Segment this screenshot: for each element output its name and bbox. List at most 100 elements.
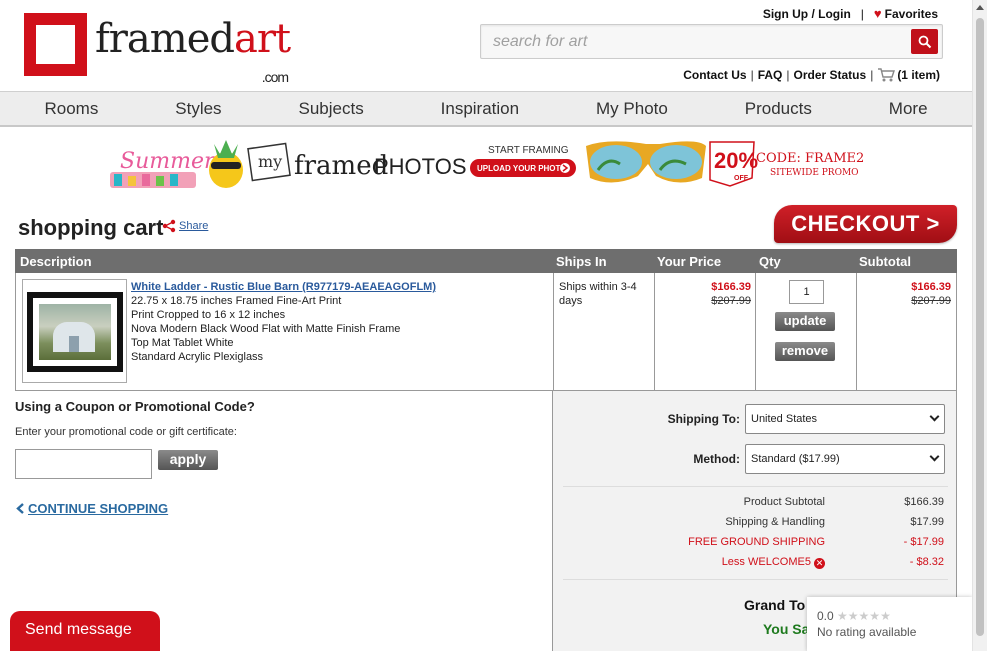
item-description: White Ladder - Rustic Blue Barn (R977179… [131, 280, 436, 364]
your-price: $166.39 [711, 281, 751, 293]
quantity-input[interactable]: 1 [789, 280, 824, 304]
favorites-link[interactable]: ♥ Favorites [874, 6, 938, 21]
banner-promo-text: SITEWIDE PROMO [770, 168, 859, 178]
shipping-country-select[interactable]: United States [745, 404, 945, 434]
nav-subjects[interactable]: Subjects [293, 99, 370, 119]
promo-discount-value: - $8.32 [909, 556, 944, 568]
nav-inspiration[interactable]: Inspiration [435, 99, 525, 119]
item-detail: Top Mat Tablet White [131, 337, 234, 349]
faq-link[interactable]: FAQ [758, 68, 783, 82]
vertical-scrollbar[interactable] [972, 0, 987, 651]
shipping-to-label: Shipping To: [667, 412, 740, 426]
apply-coupon-button[interactable]: apply [158, 450, 218, 470]
header-qty: Qty [759, 254, 781, 269]
scroll-up-arrow-icon[interactable] [976, 5, 984, 10]
barn-artwork-image [39, 304, 111, 360]
scrollbar-thumb[interactable] [976, 18, 984, 636]
ships-in-value: Ships within 3-4 days [559, 281, 637, 307]
account-links: Sign Up / Login | ♥ Favorites [763, 6, 938, 21]
signup-login-link[interactable]: Sign Up / Login [763, 7, 851, 21]
banner-off-text: OFF [734, 175, 749, 182]
nav-my-photo[interactable]: My Photo [590, 99, 674, 119]
page-title: shopping cart [18, 215, 164, 240]
item-detail: Nova Modern Black Wood Flat with Matte F… [131, 323, 401, 335]
banner-code-text: CODE: FRAME20 [756, 151, 863, 166]
promo-banner[interactable]: Summer my framed PHOTOS START FRAMING UP… [108, 134, 873, 192]
search-box [480, 24, 943, 59]
item-detail: 22.75 x 18.75 inches Framed Fine-Art Pri… [131, 295, 342, 307]
banner-photos-text: PHOTOS [374, 154, 467, 179]
item-detail: Standard Acrylic Plexiglass [131, 351, 264, 363]
update-button[interactable]: update [775, 312, 835, 331]
shipping-method-select[interactable]: Standard ($17.99) [745, 444, 945, 474]
header-your-price: Your Price [657, 254, 722, 269]
page: framedart .com Sign Up / Login | ♥ Favori… [0, 0, 972, 651]
grand-total-label: Grand To [744, 597, 806, 613]
chevron-down-icon [929, 451, 940, 462]
item-detail: Print Cropped to 16 x 12 inches [131, 309, 286, 321]
continue-shopping-link[interactable]: CONTINUE SHOPPING [16, 501, 168, 516]
search-input[interactable] [481, 25, 906, 58]
cart-icon [878, 68, 896, 82]
coupon-heading: Using a Coupon or Promotional Code? [15, 399, 255, 414]
product-subtotal-value: $166.39 [904, 496, 944, 508]
heart-icon: ♥ [873, 6, 882, 21]
header-ships-in: Ships In [556, 254, 607, 269]
free-shipping-label: FREE GROUND SHIPPING [688, 536, 825, 548]
rating-stars-icon: ★★★★★ [837, 609, 891, 623]
logo-frame-icon [24, 13, 87, 76]
shipping-handling-label: Shipping & Handling [725, 516, 825, 528]
cart-table-header: Description Ships In Your Price Qty Subt… [15, 249, 957, 273]
banner-start-text: START FRAMING [488, 145, 569, 156]
nav-more[interactable]: More [883, 99, 934, 119]
you-save-label: You Sa [763, 621, 810, 637]
table-row: White Ladder - Rustic Blue Barn (R977179… [15, 273, 957, 391]
chevron-left-icon [16, 503, 24, 514]
share-icon [162, 219, 176, 233]
divider: | [860, 6, 864, 21]
cart-link[interactable]: (1 item) [877, 68, 940, 82]
subtotal-original: $207.99 [911, 295, 951, 307]
free-shipping-value: - $17.99 [903, 536, 944, 548]
send-message-button[interactable]: Send message [10, 611, 160, 651]
rating-widget[interactable]: 0.0 ★★★★★ No rating available [807, 597, 972, 651]
nav-styles[interactable]: Styles [169, 99, 227, 119]
nav-products[interactable]: Products [739, 99, 818, 119]
main-nav: Rooms Styles Subjects Inspiration My Pho… [0, 91, 972, 127]
header-subtotal: Subtotal [859, 254, 911, 269]
utility-links: Contact Us | FAQ | Order Status | (1 ite… [683, 68, 940, 82]
product-subtotal-label: Product Subtotal [743, 496, 825, 508]
logo-text: framedart .com [95, 19, 291, 85]
promo-banner-graphic: Summer my framed PHOTOS START FRAMING UP… [110, 140, 873, 188]
share-link[interactable]: Share [162, 219, 208, 233]
product-thumbnail[interactable] [22, 279, 127, 383]
divider: | [786, 68, 790, 82]
subtotal-cell: $166.39 $207.99 [911, 280, 951, 308]
divider: | [870, 68, 874, 82]
item-title-link[interactable]: White Ladder - Rustic Blue Barn (R977179… [131, 280, 436, 294]
remove-promo-icon[interactable]: ✕ [814, 558, 825, 569]
chevron-down-icon [929, 411, 940, 422]
shipping-handling-value: $17.99 [910, 516, 944, 528]
contact-us-link[interactable]: Contact Us [683, 68, 746, 82]
search-button[interactable] [911, 29, 938, 54]
remove-button[interactable]: remove [775, 342, 835, 361]
banner-my-text: my [258, 152, 282, 171]
banner-upload-text: UPLOAD YOUR PHOTO [477, 164, 567, 173]
header-description: Description [20, 254, 92, 269]
nav-rooms[interactable]: Rooms [38, 99, 104, 119]
search-icon [918, 35, 931, 48]
promo-discount-label: Less WELCOME5 ✕ [721, 556, 825, 569]
original-price: $207.99 [711, 295, 751, 307]
price-cell: $166.39 $207.99 [711, 280, 751, 308]
rating-text: No rating available [817, 625, 917, 639]
coupon-description: Enter your promotional code or gift cert… [15, 426, 237, 438]
rating-score: 0.0 [817, 609, 834, 623]
site-logo[interactable]: framedart .com [24, 13, 291, 85]
checkout-button[interactable]: CHECKOUT > [774, 205, 957, 243]
coupon-code-input[interactable] [15, 449, 152, 479]
order-status-link[interactable]: Order Status [794, 68, 867, 82]
banner-summer-text: Summer [120, 149, 216, 174]
method-label: Method: [693, 452, 740, 466]
banner-pct-text: 20% [714, 148, 758, 173]
